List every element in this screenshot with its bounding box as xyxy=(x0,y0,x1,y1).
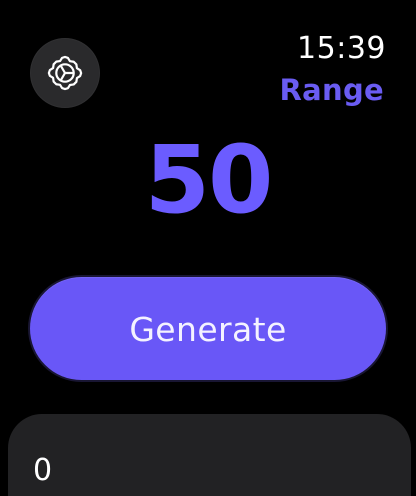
gear-icon xyxy=(43,51,87,95)
generated-number: 50 xyxy=(144,126,274,235)
settings-button[interactable] xyxy=(30,38,100,108)
number-field[interactable]: 0 xyxy=(8,414,411,496)
time-display: 15:39 xyxy=(297,31,386,66)
generate-button[interactable]: Generate xyxy=(30,277,386,380)
mode-label: Range xyxy=(279,73,384,107)
generate-button-label: Generate xyxy=(129,310,287,349)
watch-screen: 15:39 Range 50 Generate 0 xyxy=(0,0,416,496)
number-field-value: 0 xyxy=(33,453,53,488)
